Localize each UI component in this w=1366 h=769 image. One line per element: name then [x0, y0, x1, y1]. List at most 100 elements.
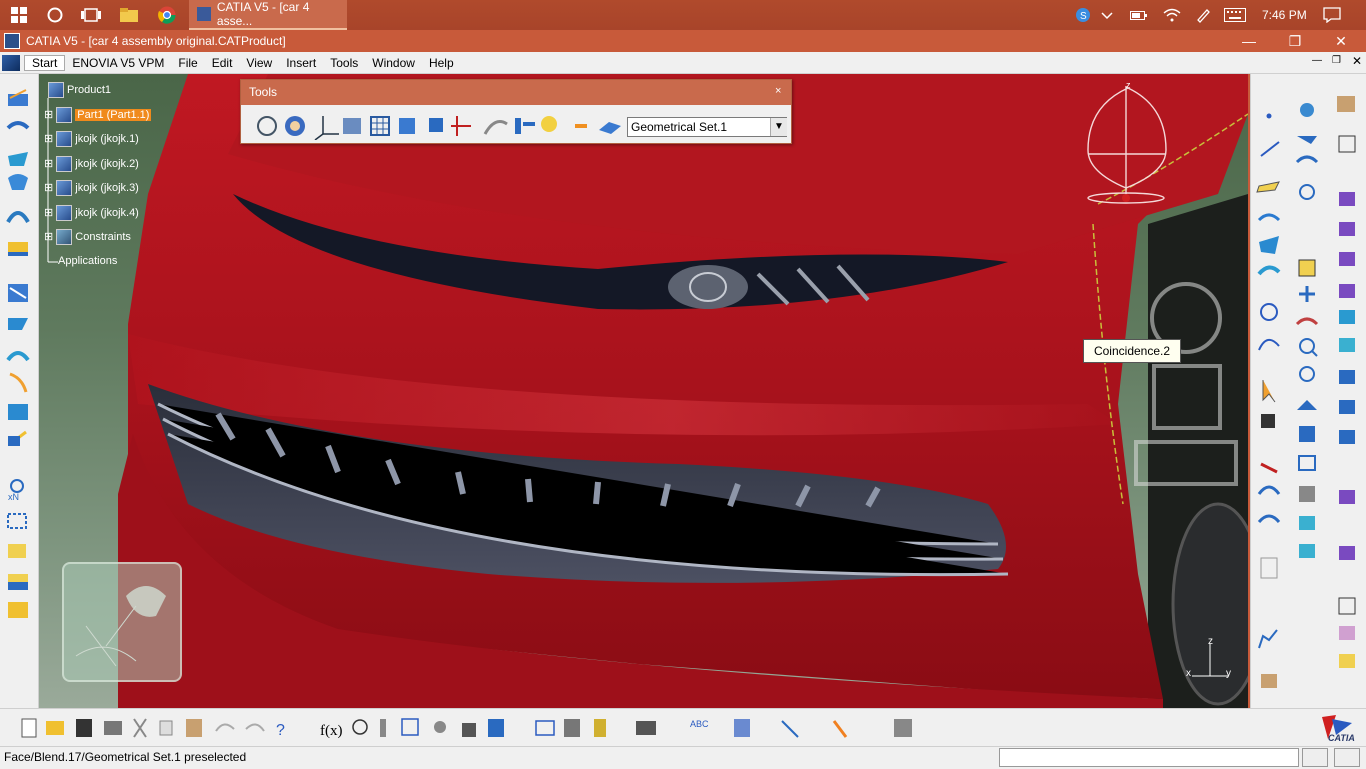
pad-icon: [1339, 192, 1355, 206]
catia-menu-icon[interactable]: [2, 54, 20, 71]
expand-tree-icon: [488, 719, 504, 737]
groove-icon: [1339, 284, 1355, 298]
doc-close-button[interactable]: ✕: [1352, 54, 1362, 68]
expand-plus-icon[interactable]: ⊞: [44, 158, 53, 170]
edit-icon: [1338, 135, 1356, 153]
product-thumbnail: [62, 562, 182, 682]
menu-help[interactable]: Help: [422, 56, 461, 70]
menu-enovia[interactable]: ENOVIA V5 VPM: [65, 56, 171, 70]
menu-insert[interactable]: Insert: [279, 56, 323, 70]
menu-edit[interactable]: Edit: [205, 56, 240, 70]
layer-icon: [599, 122, 621, 134]
tray-clock[interactable]: 7:46 PM: [1262, 0, 1307, 30]
tree-item-jkojk-4[interactable]: ⊞ jkojk (jkojk.4): [44, 205, 139, 221]
action-center-icon[interactable]: [1323, 0, 1341, 30]
tree-item-jkojk-1[interactable]: ⊞ jkojk (jkojk.1): [44, 131, 139, 147]
cut-icon: [133, 718, 147, 738]
tray-keyboard-icon[interactable]: [1224, 0, 1246, 30]
open-folder-icon: [46, 721, 64, 735]
svg-text:xN: xN: [8, 492, 19, 502]
wrench-icon: [1261, 674, 1277, 688]
expand-plus-icon[interactable]: ⊞: [44, 231, 53, 243]
tray-pen-icon[interactable]: [1195, 0, 1211, 30]
expand-plus-icon[interactable]: ⊞: [44, 182, 53, 194]
graph-icon: [1258, 629, 1278, 649]
formula-icon: f(x): [320, 723, 343, 739]
zoom-area-icon: [1298, 259, 1316, 277]
revolve-icon: [8, 174, 28, 190]
file-explorer-icon[interactable]: [110, 0, 148, 30]
expand-plus-icon[interactable]: ⊞: [44, 109, 53, 121]
select-arrow-icon: [1262, 380, 1276, 403]
menu-window[interactable]: Window: [365, 56, 422, 70]
status-bar-button-2[interactable]: [1334, 748, 1360, 767]
loft-icon: [6, 211, 30, 224]
expand-plus-icon[interactable]: ⊞: [44, 207, 53, 219]
menu-bar: Start ENOVIA V5 VPM File Edit View Inser…: [0, 52, 1366, 74]
stiffener-icon: [1339, 400, 1355, 414]
geometrical-set-dropdown[interactable]: Geometrical Set.1 ▼: [627, 117, 787, 137]
shaft-icon: [1339, 252, 1355, 266]
tree-item-applications[interactable]: Applications: [58, 255, 117, 267]
command-input[interactable]: [999, 748, 1299, 767]
status-bar-button-1[interactable]: [1302, 748, 1328, 767]
menu-file[interactable]: File: [171, 56, 204, 70]
expand-plus-icon[interactable]: ⊞: [44, 133, 53, 145]
tree-item-jkojk-2[interactable]: ⊞ jkojk (jkojk.2): [44, 156, 139, 172]
render-cube-icon: [1337, 96, 1355, 112]
abc-text-icon: ABC: [690, 719, 709, 729]
line-icon: [1260, 141, 1280, 157]
zoom-icon: [1299, 338, 1318, 357]
restore-button[interactable]: ❐: [1272, 30, 1318, 52]
tree-root-product1[interactable]: Product1: [48, 82, 111, 98]
mass-icon: [594, 719, 606, 737]
dash-icon: [575, 124, 587, 128]
render-icon: [1339, 626, 1355, 640]
right-toolbar-icons: [1256, 96, 1356, 688]
taskbar-catia-button[interactable]: CATIA V5 - [car 4 asse...: [189, 0, 347, 30]
tools-palette[interactable]: Tools × Geometrical Set.1 ▼: [240, 79, 792, 144]
tray-skype-icon[interactable]: S: [1075, 0, 1091, 30]
tray-chevron-up-icon[interactable]: [1100, 0, 1114, 30]
light-icon: [541, 116, 557, 132]
save-icon: [76, 719, 92, 737]
publication-icon: [343, 118, 361, 134]
task-view-icon[interactable]: [72, 0, 110, 30]
tree-item-label: jkojk (jkojk.2): [75, 157, 139, 170]
update-icon: [257, 116, 277, 136]
doc-restore-button[interactable]: ❐: [1332, 55, 1341, 66]
tree-item-part1[interactable]: ⊞ Part1 (Part1.1): [44, 107, 152, 123]
compass-widget[interactable]: z: [1082, 80, 1172, 206]
menu-start[interactable]: Start: [24, 54, 66, 71]
tree-item-constraints[interactable]: ⊞ Constraints: [44, 229, 131, 245]
tray-battery-icon[interactable]: [1130, 0, 1148, 30]
sweep-surface-icon: [1259, 236, 1279, 254]
windows-start-icon[interactable]: [0, 0, 38, 30]
search-circle-icon[interactable]: [36, 0, 74, 30]
tools-palette-titlebar[interactable]: Tools ×: [241, 80, 791, 105]
close-window-button[interactable]: ✕: [1318, 30, 1364, 52]
tray-wifi-icon[interactable]: [1163, 0, 1181, 30]
minimize-button[interactable]: —: [1226, 30, 1272, 52]
tree-item-jkojk-3[interactable]: ⊞ jkojk (jkojk.3): [44, 180, 139, 196]
reference-icon: [1338, 597, 1356, 615]
chevron-down-icon[interactable]: ▼: [770, 118, 787, 136]
compass-z-label: z: [1126, 80, 1131, 90]
measure-between-icon: [535, 720, 555, 736]
tools-icon: [8, 602, 28, 618]
fillet-icon: [6, 351, 30, 362]
doc-minimize-button[interactable]: —: [1312, 55, 1322, 66]
tools-palette-close-button[interactable]: ×: [775, 85, 781, 97]
geometrical-set-value: Geometrical Set.1: [631, 120, 728, 134]
iso-view-icon: [1298, 455, 1316, 471]
chrome-icon[interactable]: [148, 0, 186, 30]
tools-palette-title: Tools: [249, 85, 278, 99]
zoom-in-icon: [1299, 184, 1315, 200]
catia-window-icon[interactable]: [4, 33, 20, 49]
rotate-icon: [1295, 155, 1319, 164]
svg-text:f(x): f(x): [320, 723, 343, 739]
menu-tools[interactable]: Tools: [323, 56, 365, 70]
constraint-red-icon: [1260, 462, 1278, 474]
manipulate-hand-icon: [285, 116, 305, 136]
menu-view[interactable]: View: [239, 56, 279, 70]
